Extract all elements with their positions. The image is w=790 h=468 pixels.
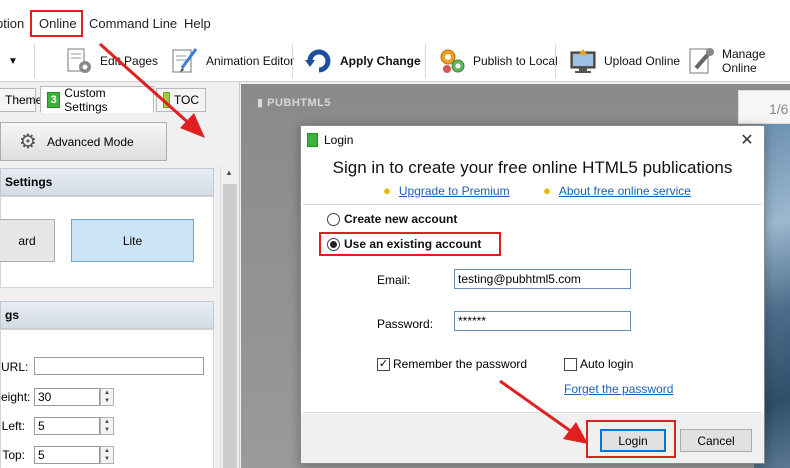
arrow-to-dialog — [99, 42, 205, 138]
arrow-to-login — [499, 379, 588, 444]
annotation-arrows — [99, 42, 588, 444]
